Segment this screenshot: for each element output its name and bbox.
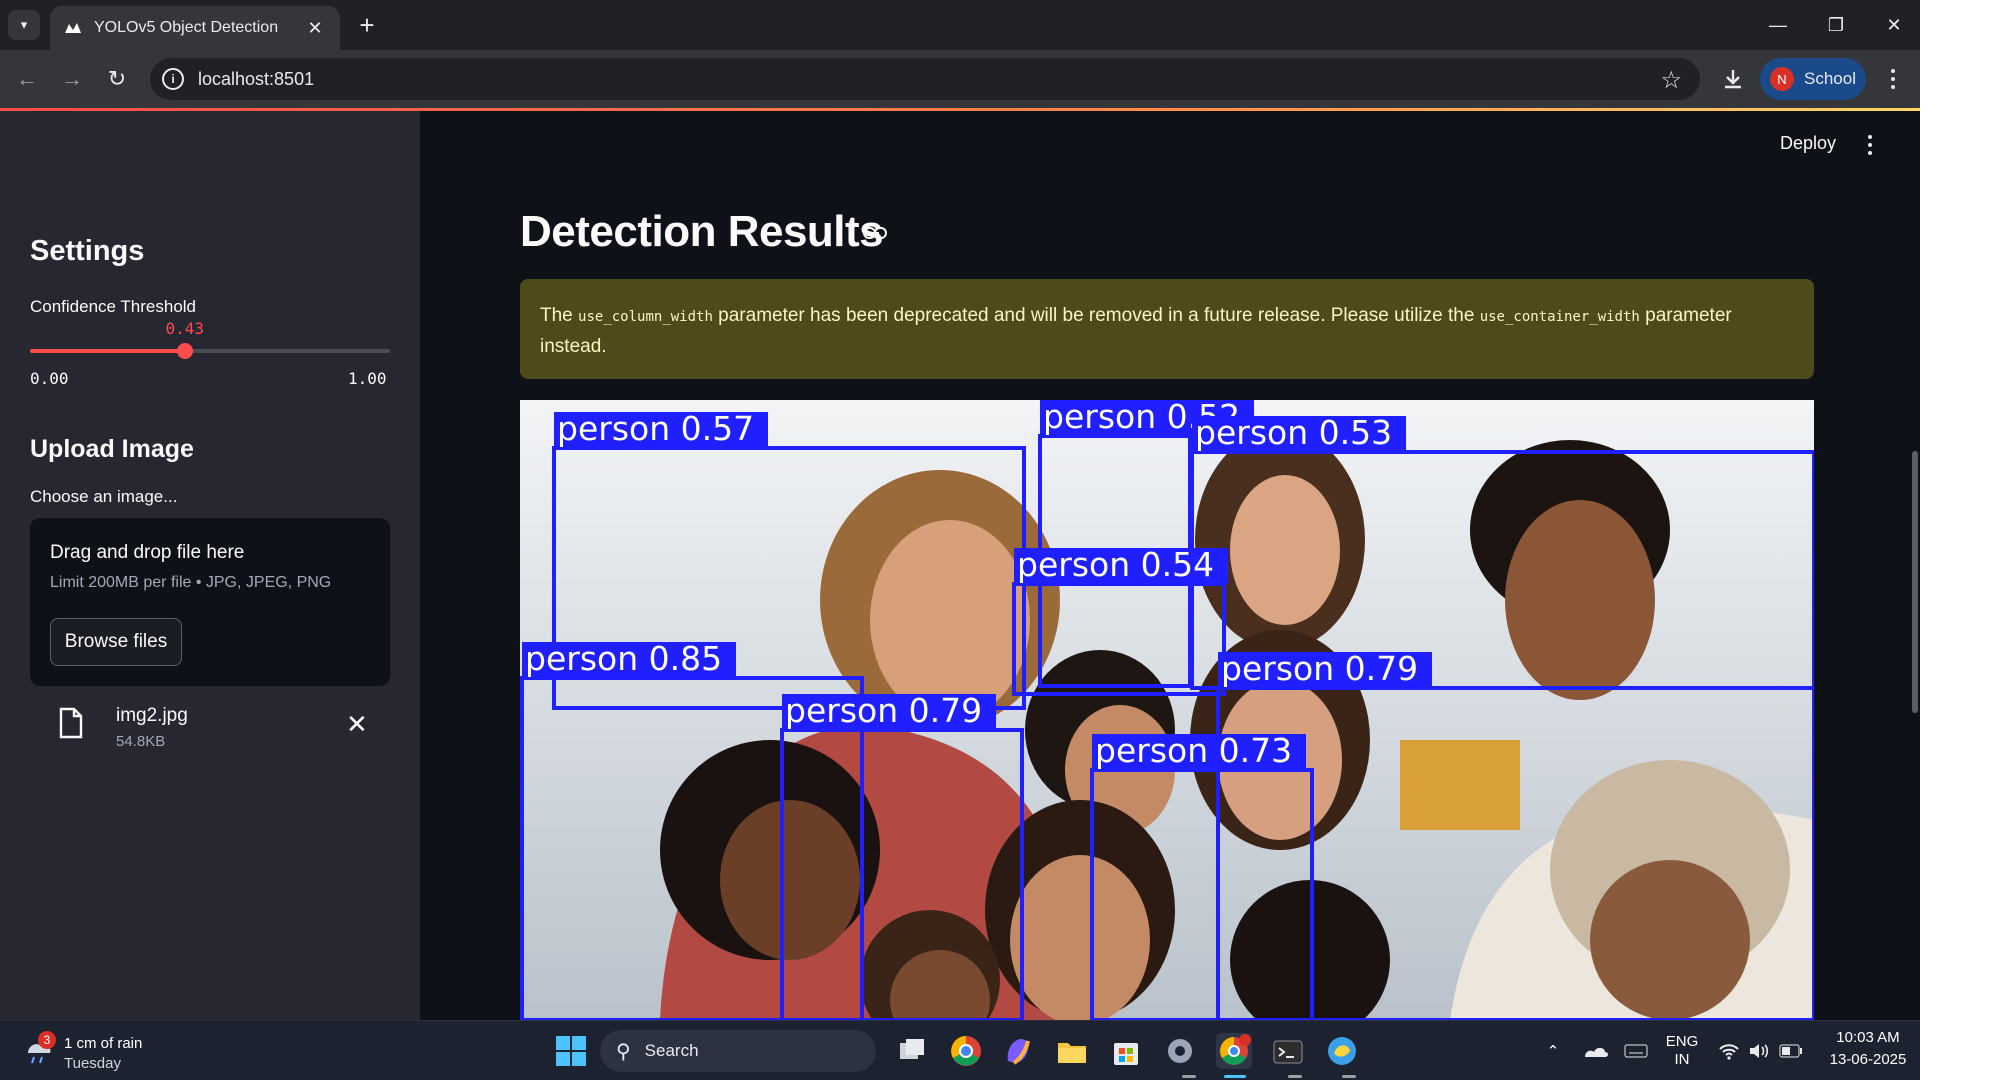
remove-file-icon[interactable]: ✕	[346, 709, 368, 740]
profile-button[interactable]: N School	[1760, 58, 1866, 100]
system-clock[interactable]: 10:03 AM 13-06-2025	[1818, 1027, 1918, 1071]
weather-widget[interactable]: 3 1 cm of rain Tuesday	[20, 1029, 220, 1073]
app-menu-button[interactable]	[1860, 135, 1880, 155]
bookmark-star-icon[interactable]: ☆	[1660, 66, 1682, 95]
download-icon[interactable]	[1716, 62, 1750, 96]
close-window-button[interactable]: ✕	[1864, 0, 1920, 50]
warning-text: parameter has been deprecated and will b…	[712, 305, 1480, 326]
settings-heading: Settings	[30, 235, 145, 267]
battery-icon[interactable]	[1774, 1021, 1808, 1080]
settings-gear-icon[interactable]	[1162, 1033, 1198, 1069]
python-app-icon[interactable]	[1324, 1033, 1360, 1069]
tab-search-button[interactable]: ▾	[8, 10, 40, 40]
language-indicator[interactable]: ENG IN	[1660, 1021, 1704, 1080]
weather-day: Tuesday	[64, 1055, 121, 1072]
page-title: Detection Results	[520, 207, 884, 256]
terminal-icon[interactable]	[1270, 1033, 1306, 1069]
detection-label: person 0.79	[785, 691, 982, 730]
slider-fill	[30, 349, 185, 353]
browser-toolbar: ← → ↻ i localhost:8501 ☆ N School	[0, 50, 1920, 108]
address-bar[interactable]: i localhost:8501 ☆	[150, 58, 1700, 100]
running-indicator	[1182, 1075, 1196, 1078]
scrollbar[interactable]	[1912, 451, 1918, 713]
file-size: 54.8KB	[116, 733, 166, 750]
active-indicator	[1224, 1075, 1246, 1078]
detection-label: person 0.53	[1195, 413, 1392, 452]
detection-label: person 0.54	[1017, 545, 1214, 584]
running-indicator	[1288, 1075, 1302, 1078]
microsoft-store-icon[interactable]	[1108, 1033, 1144, 1069]
file-explorer-icon[interactable]	[1054, 1033, 1090, 1069]
deprecation-warning: The use_column_width parameter has been …	[520, 279, 1814, 379]
new-tab-button[interactable]: +	[352, 10, 382, 40]
confidence-slider[interactable]: 0.43	[30, 319, 390, 359]
warning-code: use_column_width	[578, 309, 713, 325]
choose-image-label: Choose an image...	[30, 487, 178, 506]
detection-result-image: person 0.57 person 0.52 person 0.53 person …	[520, 400, 1814, 1020]
keyboard-icon[interactable]	[1618, 1021, 1654, 1080]
back-button[interactable]: ←	[10, 62, 44, 96]
detection-label: person 0.79	[1221, 649, 1418, 688]
windows-start-icon[interactable]	[554, 1034, 588, 1068]
search-placeholder: Search	[644, 1041, 699, 1060]
url-text: localhost:8501	[198, 68, 315, 89]
main-content: Deploy Detection Results The use_column_…	[420, 111, 1920, 1020]
avatar: N	[1770, 67, 1794, 91]
slider-thumb[interactable]	[176, 343, 193, 359]
taskbar-search[interactable]: ⚲ Search	[600, 1030, 876, 1072]
tab-title: YOLOv5 Object Detection	[94, 19, 279, 36]
screen: ▾ YOLOv5 Object Detection ✕ + — ❐ ✕ ← → …	[0, 0, 1920, 1080]
profile-name: School	[1804, 69, 1856, 88]
wifi-icon[interactable]	[1714, 1021, 1744, 1080]
site-info-icon[interactable]: i	[162, 68, 184, 90]
forward-button[interactable]: →	[55, 62, 89, 96]
clock-time: 10:03 AM	[1836, 1029, 1900, 1046]
file-name: img2.jpg	[116, 705, 188, 726]
task-view-icon[interactable]	[894, 1033, 930, 1069]
file-dropzone[interactable]: Drag and drop file here Limit 200MB per …	[30, 518, 390, 686]
chevron-down-icon: ▾	[20, 17, 28, 32]
chrome-icon[interactable]	[948, 1033, 984, 1069]
browse-files-button[interactable]: Browse files	[50, 618, 182, 666]
volume-icon[interactable]	[1744, 1021, 1774, 1080]
browser-tab-strip: ▾ YOLOv5 Object Detection ✕ + — ❐ ✕	[0, 0, 1920, 50]
detection-image-canvas: person 0.57 person 0.52person 0.53person …	[520, 400, 1814, 1020]
detection-label: person 0.57	[557, 409, 754, 448]
search-icon: ⚲	[616, 1040, 631, 1063]
slider-value: 0.43	[165, 319, 205, 338]
file-icon	[58, 707, 84, 739]
browser-tab[interactable]: YOLOv5 Object Detection ✕	[50, 6, 340, 50]
show-hidden-icons-button[interactable]: ⌃	[1538, 1021, 1568, 1080]
reload-button[interactable]: ↻	[100, 62, 134, 96]
slider-min-label: 0.00	[30, 369, 69, 388]
warning-code: use_container_width	[1479, 309, 1640, 325]
running-indicator	[1342, 1075, 1356, 1078]
link-icon[interactable]	[862, 225, 888, 241]
close-tab-icon[interactable]: ✕	[304, 17, 326, 39]
notification-badge: 3	[38, 1031, 56, 1049]
upload-heading: Upload Image	[30, 435, 194, 463]
streamlit-favicon-icon	[64, 21, 82, 35]
weather-summary: 1 cm of rain	[64, 1035, 143, 1052]
minimize-button[interactable]: —	[1748, 0, 1808, 50]
restore-button[interactable]: ❐	[1806, 0, 1866, 50]
onedrive-icon[interactable]	[1578, 1021, 1614, 1080]
slider-max-label: 1.00	[348, 369, 387, 388]
detection-label: person 0.85	[525, 639, 722, 678]
warning-text: The	[540, 305, 579, 326]
dropzone-limit: Limit 200MB per file • JPG, JPEG, PNG	[50, 574, 332, 591]
windows-taskbar: 3 1 cm of rain Tuesday ⚲ Search ⌃ ENG IN…	[0, 1020, 1920, 1080]
sidebar: Settings Confidence Threshold 0.43 0.00 …	[0, 111, 420, 1020]
region-code: IN	[1674, 1051, 1690, 1068]
clock-date: 13-06-2025	[1829, 1051, 1907, 1068]
dropzone-title: Drag and drop file here	[50, 542, 245, 563]
deploy-button[interactable]: Deploy	[1780, 133, 1836, 154]
confidence-label: Confidence Threshold	[30, 297, 197, 316]
uploaded-file: img2.jpg 54.8KB ✕	[30, 699, 390, 759]
browser-menu-button[interactable]	[1876, 62, 1910, 96]
language-code: ENG	[1665, 1033, 1699, 1050]
detection-label: person 0.73	[1095, 731, 1292, 770]
copilot-icon[interactable]	[1000, 1033, 1036, 1069]
chrome-profile-icon[interactable]	[1216, 1033, 1252, 1069]
